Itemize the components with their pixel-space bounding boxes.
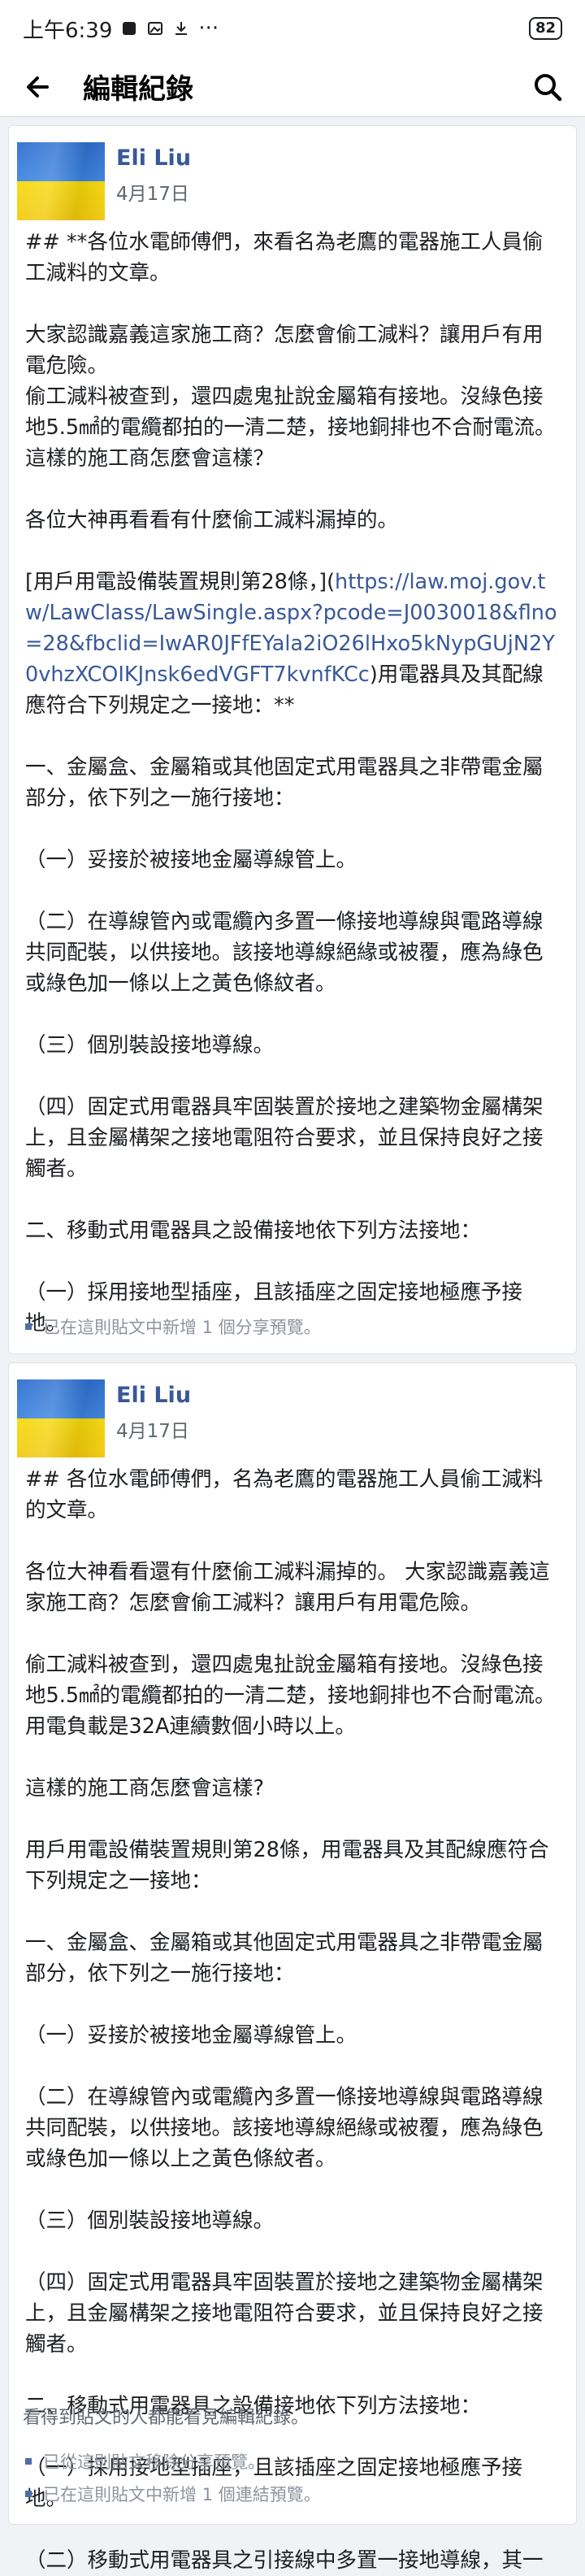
edit-paragraph: ## 各位水電師傅們，名為老鷹的電器施工人員偷工減料的文章。 — [25, 1467, 544, 1523]
download-icon — [176, 22, 188, 35]
edit-paragraph: 一、金屬盒、金屬箱或其他固定式用電器具之非帶電金屬部分，依下列之一施行接地： — [25, 755, 544, 810]
edit-paragraph: 用戶用電設備裝置規則第28條，用電器具及其配線應符合下列規定之一接地： — [25, 1838, 549, 1893]
arrow-left-icon — [27, 76, 49, 98]
battery-indicator: 82 — [528, 17, 562, 40]
gallery-icon — [148, 22, 163, 35]
author-name[interactable]: Eli Liu — [116, 146, 191, 171]
edit-header: Eli Liu 4月17日 — [17, 142, 570, 220]
author-name[interactable]: Eli Liu — [116, 1383, 191, 1408]
avatar[interactable] — [17, 1379, 105, 1457]
paragraph-spacer — [25, 2174, 561, 2205]
edit-date: 4月17日 — [116, 1421, 189, 1442]
status-bar: 上午6:39 ··· 82 — [0, 0, 585, 57]
paragraph-spacer — [25, 2051, 561, 2082]
paragraph-spacer — [25, 721, 561, 752]
edit-paragraph: 這樣的施工商怎麼會這樣? — [25, 1776, 265, 1801]
paragraph-spacer — [25, 999, 561, 1030]
paragraph-spacer — [25, 1804, 561, 1835]
paragraph-spacer — [25, 1184, 561, 1215]
edit-paragraph: 各位大神再看看有什麼偷工減料漏掉的。 — [25, 508, 399, 532]
paragraph-spacer — [25, 1742, 561, 1773]
edit-entry: Eli Liu 4月17日 ## 各位水電師傅們，名為老鷹的電器施工人員偷工減料… — [8, 1362, 577, 2573]
edit-note-text: 已在這則貼文中新增 1 個連結預覽。 — [43, 2485, 321, 2504]
edit-paragraph: 偷工減料被查到，還四處鬼扯說金屬箱有接地。沒綠色接地5.5㎟的電纜都拍的一清二楚… — [25, 384, 556, 471]
edit-paragraph: （二）移動式用電器具之引接線中多置一接地導線，其一端接於接地插頭之接地極，另一端… — [25, 2548, 544, 2573]
edit-paragraph: 二、移動式用電器具之設備接地依下列方法接地： — [25, 1218, 482, 1243]
paragraph-spacer — [25, 875, 561, 906]
paragraph-spacer — [25, 2236, 561, 2267]
status-more: ··· — [198, 16, 219, 41]
paragraph-spacer — [25, 1989, 561, 2020]
bullet-icon — [25, 2458, 32, 2465]
paragraph-spacer — [25, 474, 561, 505]
edit-note: 已在這則貼文中新增 1 個分享預覽。 — [25, 1314, 321, 1339]
edit-note: 已在這則貼文中新增 1 個連結預覽。 — [25, 2482, 321, 2506]
edit-note: 已從這則貼文移除分享預覽。 — [25, 2449, 265, 2474]
edit-header: Eli Liu 4月17日 — [17, 1379, 570, 1457]
paragraph-spacer — [25, 289, 561, 319]
paragraph-spacer — [25, 814, 561, 845]
edit-note-text: 已從這則貼文移除分享預覽。 — [43, 2452, 265, 2472]
edit-paragraph: （四）固定式用電器具牢固裝置於接地之建築物金屬構架上，且金屬構架之接地電阻符合要… — [25, 1095, 544, 1181]
bullet-icon — [25, 2491, 32, 2497]
paragraph-spacer — [25, 536, 561, 567]
search-icon — [535, 73, 562, 101]
app-bar: 編輯紀錄 — [0, 57, 585, 117]
paragraph-spacer — [25, 1526, 561, 1557]
edit-paragraph: 大家認識嘉義這家施工商？怎麼會偷工減料？讓用戶有用電危險。 — [25, 323, 544, 378]
paragraph-spacer — [25, 1618, 561, 1649]
edit-paragraph: 各位大神看看還有什麼偷工減料漏掉的。 大家認識嘉義這家施工商？怎麼會偷工減料？讓… — [25, 1560, 550, 1615]
edit-paragraph: （二）在導線管內或電纜內多置一條接地導線與電路導線共同配裝，以供接地。該接地導線… — [25, 2085, 544, 2171]
edit-paragraph: （三）個別裝設接地導線。 — [25, 1033, 275, 1058]
edit-entry: Eli Liu 4月17日 ## **各位水電師傅們，來看名為老鷹的電器施工人員… — [8, 125, 577, 1459]
edit-paragraph: 偷工減料被查到，還四處鬼扯說金屬箱有接地。沒綠色接地5.5㎟的電纜都拍的一清二楚… — [25, 1653, 556, 1739]
paragraph-spacer — [25, 2360, 561, 2391]
paragraph-spacer — [25, 1246, 561, 1277]
edit-history-list: Eli Liu 4月17日 ## **各位水電師傅們，來看名為老鷹的電器施工人員… — [0, 117, 585, 2576]
page-title: 編輯紀錄 — [83, 73, 193, 106]
edit-date: 4月17日 — [116, 184, 189, 205]
edit-paragraph: ## **各位水電師傅們，來看名為老鷹的電器施工人員偷工減料的文章。 — [25, 230, 544, 285]
edit-paragraph: （四）固定式用電器具牢固裝置於接地之建築物金屬構架上，且金屬構架之接地電阻符合要… — [25, 2270, 544, 2357]
search-button[interactable] — [530, 69, 566, 105]
paragraph-spacer — [25, 2514, 561, 2545]
edit-paragraph: （一）妥接於被接地金屬導線管上。 — [25, 2023, 358, 2048]
bullet-icon — [25, 1323, 32, 1330]
paragraph-spacer — [25, 1896, 561, 1927]
footer-note: 看得到貼文的人都能看見編輯紀錄。 — [23, 2408, 310, 2428]
status-time: 上午6:39 — [23, 18, 113, 43]
edit-paragraph: （二）在導線管內或電纜內多置一條接地導線與電路導線共同配裝，以供接地。該接地導線… — [25, 910, 544, 996]
avatar[interactable] — [17, 142, 105, 220]
edit-note-text: 已在這則貼文中新增 1 個分享預覽。 — [43, 1318, 321, 1337]
edit-paragraph: （三）個別裝設接地導線。 — [25, 2209, 275, 2233]
back-button[interactable] — [20, 69, 55, 105]
paragraph-spacer — [25, 1061, 561, 1092]
edit-paragraph: （一）妥接於被接地金屬導線管上。 — [25, 848, 358, 872]
notification-icon — [123, 22, 136, 35]
edit-paragraph: 一、金屬盒、金屬箱或其他固定式用電器具之非帶電金屬部分，依下列之一施行接地： — [25, 1931, 544, 1986]
edit-body: ## **各位水電師傅們，來看名為老鷹的電器施工人員偷工減料的文章。 大家認識嘉… — [25, 227, 561, 1462]
edit-paragraph: [用戶用電設備裝置規則第28條，](https://law.moj.gov.tw… — [25, 570, 557, 718]
